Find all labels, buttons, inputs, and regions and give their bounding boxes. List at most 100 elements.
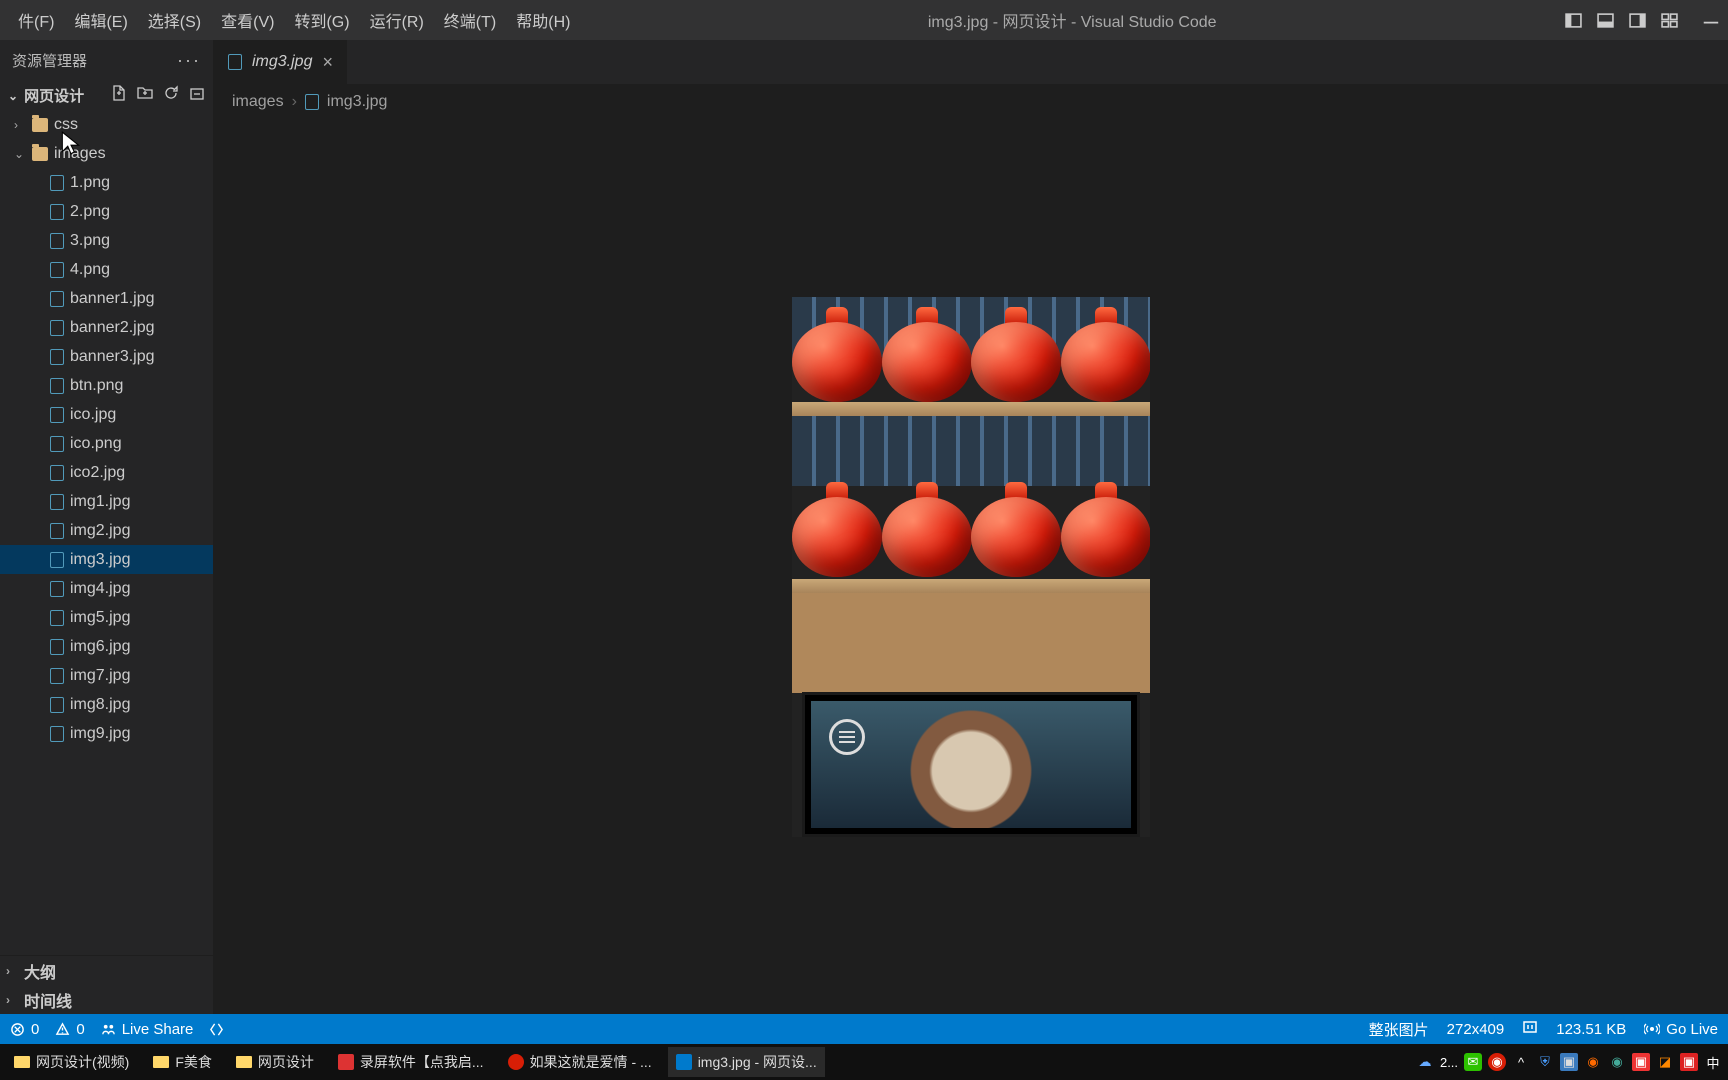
tray-ime[interactable]: 中 bbox=[1704, 1053, 1722, 1071]
image-viewer[interactable] bbox=[214, 120, 1728, 1014]
chevron-right-icon: › bbox=[14, 118, 26, 132]
breadcrumb-folder[interactable]: images bbox=[232, 93, 284, 111]
status-binary-icon[interactable] bbox=[1522, 1019, 1538, 1039]
menu-icon bbox=[829, 719, 865, 755]
new-file-icon[interactable] bbox=[111, 85, 127, 106]
file-img6-jpg[interactable]: img6.jpg bbox=[0, 632, 213, 661]
menu-selection[interactable]: 选择(S) bbox=[138, 2, 211, 38]
taskbar-item[interactable]: img3.jpg - 网页设... bbox=[668, 1047, 825, 1077]
chevron-down-icon: ⌄ bbox=[14, 147, 26, 161]
image-file-icon bbox=[50, 291, 64, 307]
chevron-down-icon[interactable]: ⌄ bbox=[8, 89, 18, 103]
chevron-right-icon: › bbox=[292, 93, 297, 111]
folder-css[interactable]: › css bbox=[0, 110, 213, 139]
file-img8-jpg[interactable]: img8.jpg bbox=[0, 690, 213, 719]
music-icon bbox=[508, 1054, 524, 1070]
file-ico-jpg[interactable]: ico.jpg bbox=[0, 400, 213, 429]
image-file-icon bbox=[50, 581, 64, 597]
menu-view[interactable]: 查看(V) bbox=[211, 2, 284, 38]
breadcrumb[interactable]: images › img3.jpg bbox=[214, 84, 1728, 120]
menu-go[interactable]: 转到(G) bbox=[284, 2, 359, 38]
file-img7-jpg[interactable]: img7.jpg bbox=[0, 661, 213, 690]
status-dimensions: 272x409 bbox=[1447, 1021, 1505, 1038]
file-4-png[interactable]: 4.png bbox=[0, 255, 213, 284]
image-file-icon bbox=[228, 54, 242, 70]
file-ico-png[interactable]: ico.png bbox=[0, 429, 213, 458]
taskbar-item[interactable]: 录屏软件【点我启... bbox=[330, 1047, 492, 1077]
status-errors[interactable]: 0 bbox=[10, 1021, 39, 1038]
chevron-right-icon: › bbox=[6, 993, 18, 1007]
project-name: 网页设计 bbox=[24, 85, 105, 106]
file-img1-jpg[interactable]: img1.jpg bbox=[0, 487, 213, 516]
file-1-png[interactable]: 1.png bbox=[0, 168, 213, 197]
image-file-icon bbox=[50, 726, 64, 742]
taskbar-item[interactable]: 如果这就是爱情 - ... bbox=[500, 1047, 660, 1077]
tray-app2-icon[interactable]: ◉ bbox=[1584, 1053, 1602, 1071]
file-banner1-jpg[interactable]: banner1.jpg bbox=[0, 284, 213, 313]
tray-netease-icon[interactable]: ◉ bbox=[1488, 1053, 1506, 1071]
new-folder-icon[interactable] bbox=[137, 85, 153, 106]
minimize-icon[interactable]: ‒ bbox=[1702, 11, 1720, 29]
outline-section[interactable]: › 大纲 bbox=[0, 956, 213, 985]
file-img4-jpg[interactable]: img4.jpg bbox=[0, 574, 213, 603]
status-prettier[interactable] bbox=[209, 1022, 224, 1037]
menu-edit[interactable]: 编辑(E) bbox=[64, 2, 137, 38]
tray-chevron-icon[interactable]: ^ bbox=[1512, 1053, 1530, 1071]
file-btn-png[interactable]: btn.png bbox=[0, 371, 213, 400]
tray-time[interactable]: 2... bbox=[1440, 1053, 1458, 1071]
status-golive[interactable]: Go Live bbox=[1644, 1021, 1718, 1038]
file-2-png[interactable]: 2.png bbox=[0, 197, 213, 226]
file-img2-jpg[interactable]: img2.jpg bbox=[0, 516, 213, 545]
image-file-icon bbox=[50, 407, 64, 423]
customize-layout-icon[interactable] bbox=[1660, 11, 1678, 29]
tray-cloud-icon[interactable]: ☁ bbox=[1416, 1053, 1434, 1071]
image-file-icon bbox=[50, 233, 64, 249]
image-file-icon bbox=[50, 697, 64, 713]
refresh-icon[interactable] bbox=[163, 85, 179, 106]
menu-terminal[interactable]: 终端(T) bbox=[434, 2, 506, 38]
menu-help[interactable]: 帮助(H) bbox=[506, 2, 580, 38]
collapse-icon[interactable] bbox=[189, 85, 205, 106]
breadcrumb-file[interactable]: img3.jpg bbox=[327, 93, 387, 111]
taskbar-item[interactable]: F美食 bbox=[145, 1047, 220, 1077]
tray-app3-icon[interactable]: ◉ bbox=[1608, 1053, 1626, 1071]
taskbar-item[interactable]: 网页设计(视频) bbox=[6, 1047, 137, 1077]
file-img9-jpg[interactable]: img9.jpg bbox=[0, 719, 213, 748]
tab-img3[interactable]: img3.jpg × bbox=[214, 40, 347, 84]
tray-shield-icon[interactable]: ⛨ bbox=[1536, 1053, 1554, 1071]
tray-app4-icon[interactable]: ▣ bbox=[1632, 1053, 1650, 1071]
toggle-secondary-sidebar-icon[interactable] bbox=[1628, 11, 1646, 29]
toggle-panel-icon[interactable] bbox=[1596, 11, 1614, 29]
file-ico2-jpg[interactable]: ico2.jpg bbox=[0, 458, 213, 487]
tab-bar: img3.jpg × bbox=[214, 40, 1728, 84]
image-file-icon bbox=[50, 175, 64, 191]
file-banner3-jpg[interactable]: banner3.jpg bbox=[0, 342, 213, 371]
menubar: 件(F) 编辑(E) 选择(S) 查看(V) 转到(G) 运行(R) 终端(T)… bbox=[0, 0, 1728, 40]
taskbar-item[interactable]: 网页设计 bbox=[228, 1047, 322, 1077]
image-file-icon bbox=[50, 465, 64, 481]
file-img5-jpg[interactable]: img5.jpg bbox=[0, 603, 213, 632]
menu-file[interactable]: 件(F) bbox=[8, 2, 64, 38]
image-file-icon bbox=[50, 668, 64, 684]
folder-images[interactable]: ⌄ images bbox=[0, 139, 213, 168]
image-file-icon bbox=[50, 494, 64, 510]
image-file-icon bbox=[50, 436, 64, 452]
tray-app1-icon[interactable]: ▣ bbox=[1560, 1053, 1578, 1071]
status-warnings[interactable]: 0 bbox=[55, 1021, 84, 1038]
file-3-png[interactable]: 3.png bbox=[0, 226, 213, 255]
file-img3-jpg[interactable]: img3.jpg bbox=[0, 545, 213, 574]
timeline-section[interactable]: › 时间线 bbox=[0, 985, 213, 1014]
tray-app6-icon[interactable]: ▣ bbox=[1680, 1053, 1698, 1071]
toggle-primary-sidebar-icon[interactable] bbox=[1564, 11, 1582, 29]
status-liveshare[interactable]: Live Share bbox=[101, 1021, 194, 1038]
folder-icon bbox=[32, 147, 48, 161]
window-title: img3.jpg - 网页设计 - Visual Studio Code bbox=[580, 8, 1564, 32]
explorer-more-icon[interactable]: ··· bbox=[177, 50, 201, 71]
tray-app5-icon[interactable]: ◪ bbox=[1656, 1053, 1674, 1071]
close-icon[interactable]: × bbox=[322, 52, 333, 73]
menu-run[interactable]: 运行(R) bbox=[360, 2, 434, 38]
image-file-icon bbox=[50, 552, 64, 568]
file-banner2-jpg[interactable]: banner2.jpg bbox=[0, 313, 213, 342]
windows-taskbar: 网页设计(视频) F美食网页设计录屏软件【点我启... 如果这就是爱情 - ... i… bbox=[0, 1044, 1728, 1080]
tray-wechat-icon[interactable]: ✉ bbox=[1464, 1053, 1482, 1071]
